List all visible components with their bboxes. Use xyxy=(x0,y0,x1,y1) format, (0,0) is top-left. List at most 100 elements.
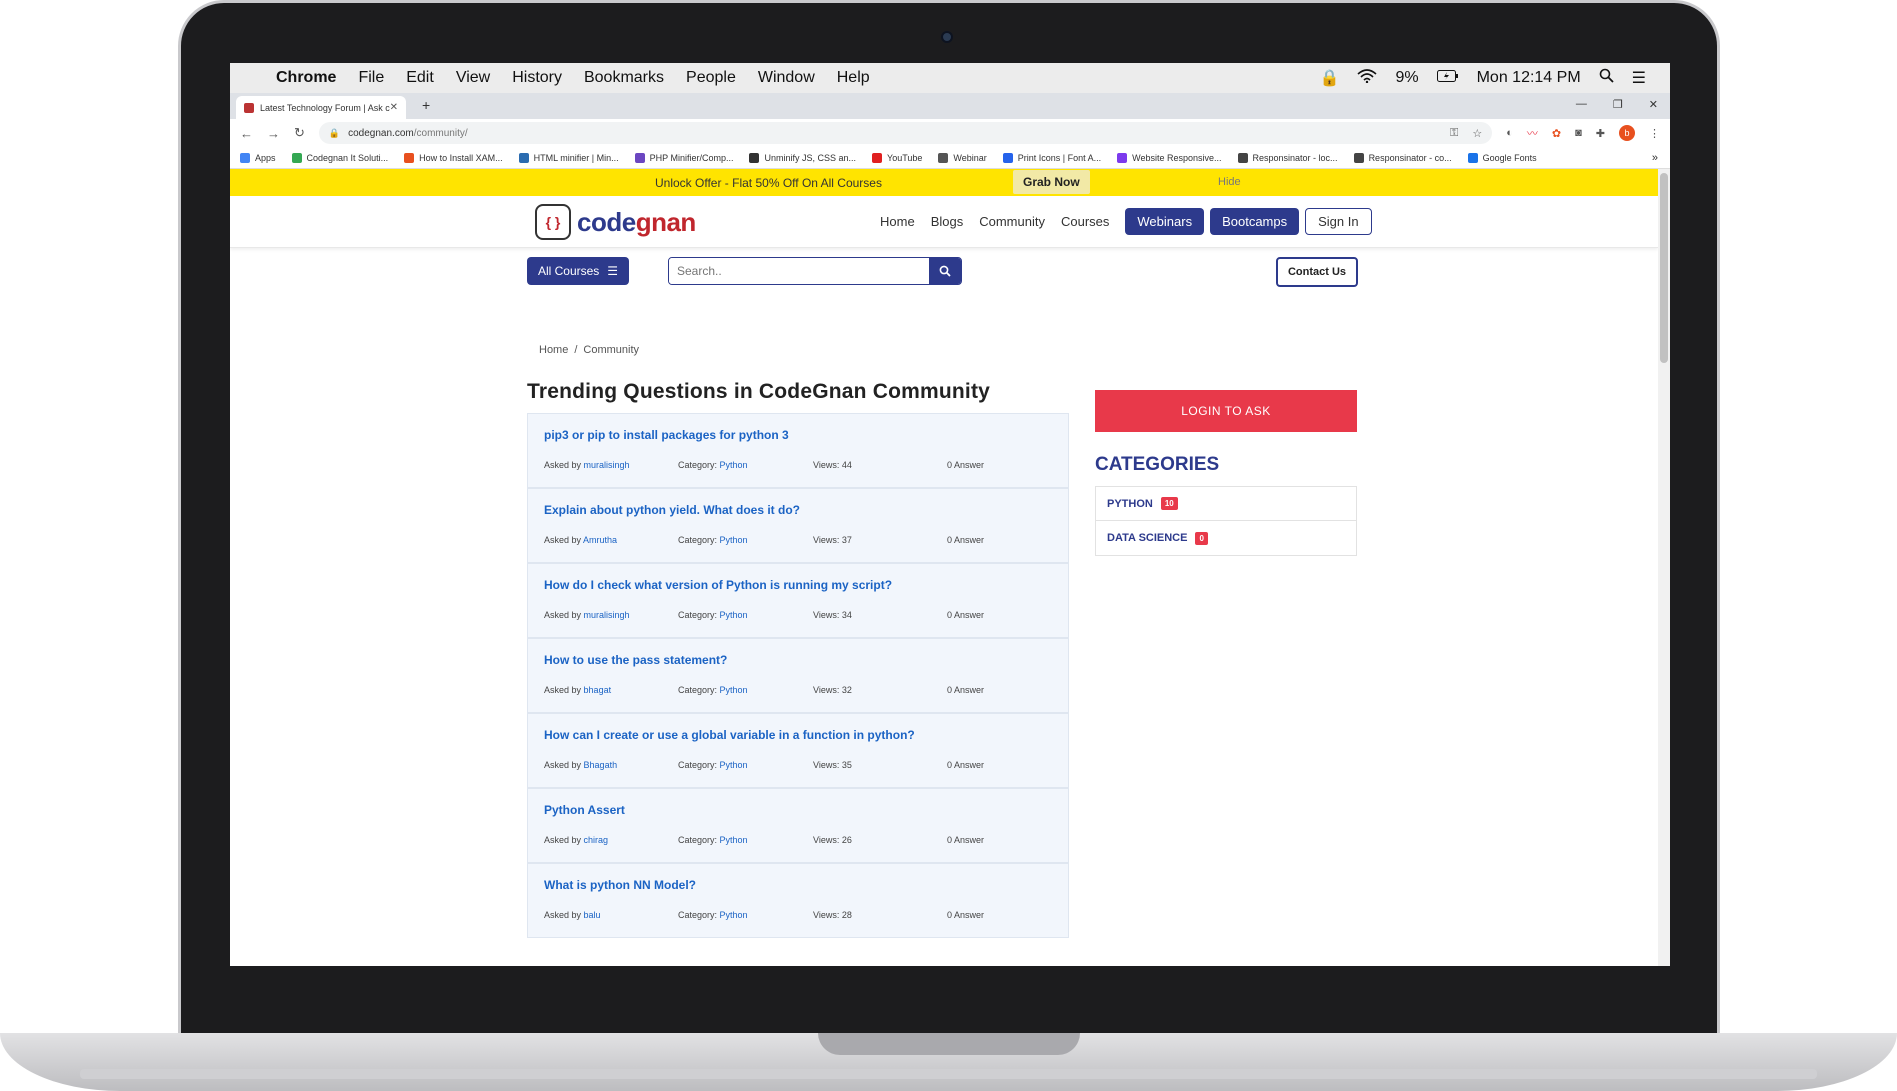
forward-icon[interactable]: → xyxy=(267,126,280,141)
bookmark-item[interactable]: Print Icons | Font A... xyxy=(1002,152,1102,163)
question-author-link[interactable]: balu xyxy=(584,910,601,920)
bookmark-favicon-icon xyxy=(1117,152,1128,163)
browser-tab[interactable]: Latest Technology Forum | Ask c ✕ xyxy=(236,96,406,119)
page-scrollbar[interactable] xyxy=(1658,169,1670,966)
hide-banner-link[interactable]: Hide xyxy=(1218,176,1241,188)
menu-bookmarks[interactable]: Bookmarks xyxy=(584,69,664,87)
spotlight-search-icon[interactable] xyxy=(1599,68,1614,88)
question-title[interactable]: Python Assert xyxy=(544,803,1052,817)
wifi-icon[interactable] xyxy=(1357,68,1377,88)
nav-courses[interactable]: Courses xyxy=(1061,214,1109,229)
bookmark-item[interactable]: Responsinator - co... xyxy=(1353,152,1452,163)
menu-edit[interactable]: Edit xyxy=(406,69,434,87)
menu-chrome[interactable]: Chrome xyxy=(276,69,336,87)
camera-icon[interactable]: ◙ xyxy=(1575,127,1582,139)
menu-people[interactable]: People xyxy=(686,69,736,87)
bookmark-item[interactable]: HTML minifier | Min... xyxy=(518,152,619,163)
category-item-python[interactable]: PYTHON 10 xyxy=(1096,487,1356,521)
asked-by-label: Asked by xyxy=(544,460,582,470)
question-author-link[interactable]: Bhagath xyxy=(584,760,618,770)
close-tab-icon[interactable]: ✕ xyxy=(390,102,398,113)
scrollbar-thumb[interactable] xyxy=(1660,173,1668,363)
close-window-icon[interactable]: ✕ xyxy=(1649,98,1658,111)
nav-blogs[interactable]: Blogs xyxy=(931,214,964,229)
breadcrumb-home[interactable]: Home xyxy=(539,344,568,356)
question-title[interactable]: pip3 or pip to install packages for pyth… xyxy=(544,428,1052,442)
question-title[interactable]: How do I check what version of Python is… xyxy=(544,578,1052,592)
bookmark-item[interactable]: Responsinator - loc... xyxy=(1237,152,1338,163)
bookmark-item[interactable]: Website Responsive... xyxy=(1117,152,1222,163)
nav-home[interactable]: Home xyxy=(880,214,915,229)
notification-center-icon[interactable]: ☰ xyxy=(1632,68,1646,88)
bookmark-item[interactable]: PHP Minifier/Comp... xyxy=(634,152,733,163)
category-list: PYTHON 10 DATA SCIENCE 0 xyxy=(1095,486,1357,556)
question-category-link[interactable]: Python xyxy=(720,910,748,920)
secure-lock-icon[interactable]: 🔒 xyxy=(329,128,340,139)
reload-icon[interactable]: ↻ xyxy=(294,125,305,141)
extension-chart-icon[interactable]: 〰 xyxy=(1527,125,1538,141)
question-category-link[interactable]: Python xyxy=(720,460,748,470)
question-title[interactable]: How can I create or use a global variabl… xyxy=(544,728,1052,742)
webinars-button[interactable]: Webinars xyxy=(1125,208,1205,235)
question-author-link[interactable]: chirag xyxy=(584,835,609,845)
question-category-link[interactable]: Python xyxy=(720,760,748,770)
question-author-link[interactable]: bhagat xyxy=(584,685,612,695)
question-title[interactable]: Explain about python yield. What does it… xyxy=(544,503,1052,517)
menu-help[interactable]: Help xyxy=(837,69,870,87)
question-category-link[interactable]: Python xyxy=(720,835,748,845)
question-category-link[interactable]: Python xyxy=(720,610,748,620)
question-author-link[interactable]: Amrutha xyxy=(583,535,617,545)
bookmark-item[interactable]: Webinar xyxy=(938,152,987,163)
bookmark-star-icon[interactable]: ☆ xyxy=(1472,127,1482,140)
site-header: { } codegnan Home Blogs Community Course… xyxy=(230,196,1658,248)
battery-icon[interactable] xyxy=(1436,69,1459,87)
bookmark-favicon-icon xyxy=(1237,152,1248,163)
bookmark-item[interactable]: Google Fonts xyxy=(1467,152,1537,163)
menu-history[interactable]: History xyxy=(512,69,562,87)
category-item-data-science[interactable]: DATA SCIENCE 0 xyxy=(1096,521,1356,555)
question-author-link[interactable]: muralisingh xyxy=(584,460,630,470)
address-bar[interactable]: 🔒 codegnan.com/community/ ⚿ ☆ xyxy=(318,122,1493,144)
search-icon xyxy=(939,265,951,277)
nav-community[interactable]: Community xyxy=(979,214,1045,229)
menu-file[interactable]: File xyxy=(358,69,384,87)
all-courses-button[interactable]: All Courses ☰ xyxy=(527,257,629,285)
new-tab-icon[interactable]: + xyxy=(422,97,430,113)
bookmark-item[interactable]: YouTube xyxy=(872,152,922,163)
question-meta: Asked by balu Category: Python Views: 28 0 … xyxy=(544,910,1054,920)
bookmarks-overflow-icon[interactable]: » xyxy=(1652,152,1670,164)
bookmark-favicon-icon xyxy=(1353,152,1364,163)
bookmark-item[interactable]: Unminify JS, CSS an... xyxy=(749,152,856,163)
contact-us-button[interactable]: Contact Us xyxy=(1276,257,1358,287)
minimize-icon[interactable]: — xyxy=(1576,98,1587,111)
question-category-link[interactable]: Python xyxy=(720,685,748,695)
menu-window[interactable]: Window xyxy=(758,69,815,87)
bookmark-item[interactable]: How to Install XAM... xyxy=(404,152,503,163)
clock[interactable]: Mon 12:14 PM xyxy=(1477,69,1581,87)
more-menu-icon[interactable]: ⋮ xyxy=(1649,127,1660,140)
back-icon[interactable]: ← xyxy=(240,126,253,141)
bookmark-item[interactable]: Codegnan It Soluti... xyxy=(291,152,388,163)
menu-view[interactable]: View xyxy=(456,69,490,87)
search-button[interactable] xyxy=(929,258,961,284)
grab-now-button[interactable]: Grab Now xyxy=(1013,170,1090,194)
login-to-ask-button[interactable]: LOGIN TO ASK xyxy=(1095,390,1357,432)
codegnan-logo[interactable]: { } codegnan xyxy=(535,204,696,240)
question-meta: Asked by bhagat Category: Python Views: 32… xyxy=(544,685,1054,695)
question-author-link[interactable]: muralisingh xyxy=(584,610,630,620)
lock-icon[interactable]: 🔒 xyxy=(1320,68,1340,88)
bookmark-label: Print Icons | Font A... xyxy=(1017,152,1102,163)
question-title[interactable]: How to use the pass statement? xyxy=(544,653,1052,667)
search-input[interactable] xyxy=(669,258,929,284)
puzzle-icon[interactable]: ✚ xyxy=(1596,127,1605,140)
key-icon[interactable]: ⚿ xyxy=(1450,127,1458,140)
question-category-link[interactable]: Python xyxy=(720,535,748,545)
question-title[interactable]: What is python NN Model? xyxy=(544,878,1052,892)
sign-in-button[interactable]: Sign In xyxy=(1305,208,1372,235)
restore-icon[interactable]: ❐ xyxy=(1613,98,1623,111)
bookmark-item[interactable]: Apps xyxy=(240,152,276,163)
extension-shield-icon[interactable]: ◐ xyxy=(1506,127,1513,139)
bootcamps-button[interactable]: Bootcamps xyxy=(1210,208,1300,235)
extension-gear-icon[interactable]: ✿ xyxy=(1552,127,1561,140)
profile-avatar[interactable]: b xyxy=(1619,125,1635,141)
